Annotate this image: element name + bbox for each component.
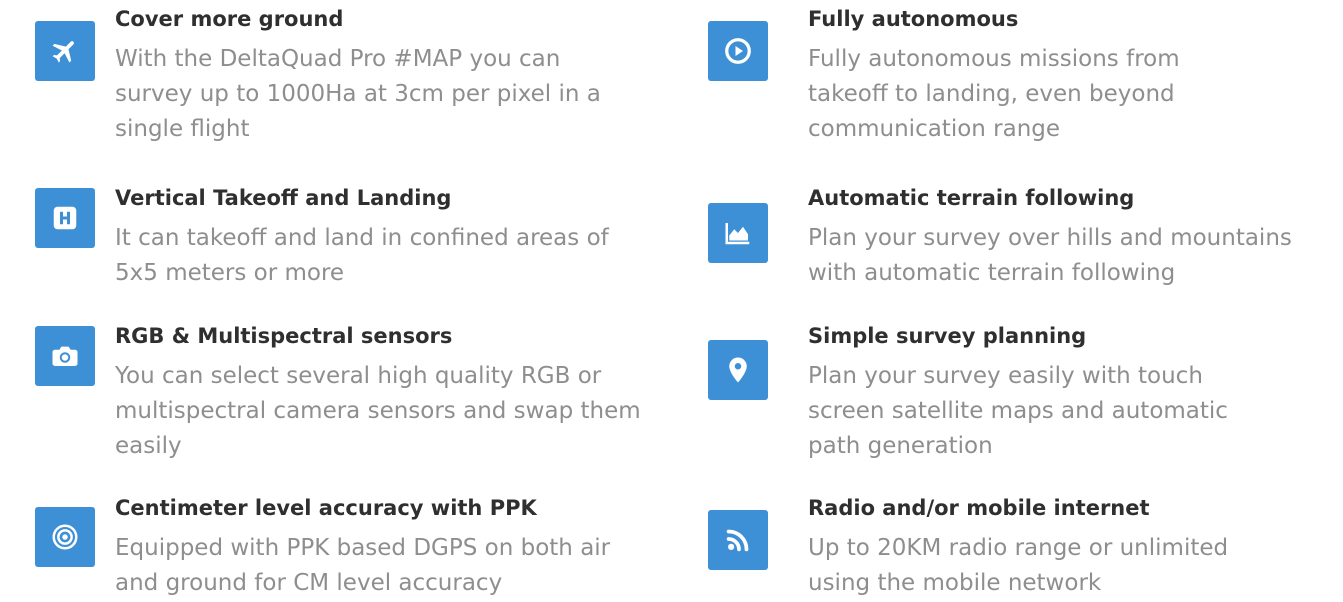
feature-title: Fully autonomous (808, 7, 1019, 31)
map-marker-icon (708, 340, 768, 400)
play-circle-icon (708, 21, 768, 81)
target-icon (35, 507, 95, 567)
feature-title: RGB & Multispectral sensors (115, 324, 453, 348)
feature-description: With the DeltaQuad Pro #MAP you can surv… (115, 46, 601, 142)
feature-title: Automatic terrain following (808, 186, 1135, 210)
feature-description: Up to 20KM radio range or unlimited usin… (808, 535, 1229, 596)
terrain-chart-icon (708, 203, 768, 263)
feature-title: Simple survey planning (808, 324, 1087, 348)
feature-description: Plan your survey easily with touch scree… (808, 363, 1228, 459)
helipad-h-icon (35, 188, 95, 248)
feature-description: You can select several high quality RGB … (115, 363, 641, 459)
feature-description: Fully autonomous missions from takeoff t… (808, 46, 1180, 142)
feature-description: Plan your survey over hills and mountain… (808, 225, 1292, 286)
camera-icon (35, 326, 95, 386)
airplane-icon (35, 21, 95, 81)
feature-title: Centimeter level accuracy with PPK (115, 496, 537, 520)
rss-feed-icon (708, 510, 768, 570)
feature-description: Equipped with PPK based DGPS on both air… (115, 535, 611, 596)
feature-description: It can takeoff and land in confined area… (115, 225, 609, 286)
feature-title: Radio and/or mobile internet (808, 496, 1150, 520)
feature-title: Vertical Takeoff and Landing (115, 186, 452, 210)
feature-title: Cover more ground (115, 7, 344, 31)
